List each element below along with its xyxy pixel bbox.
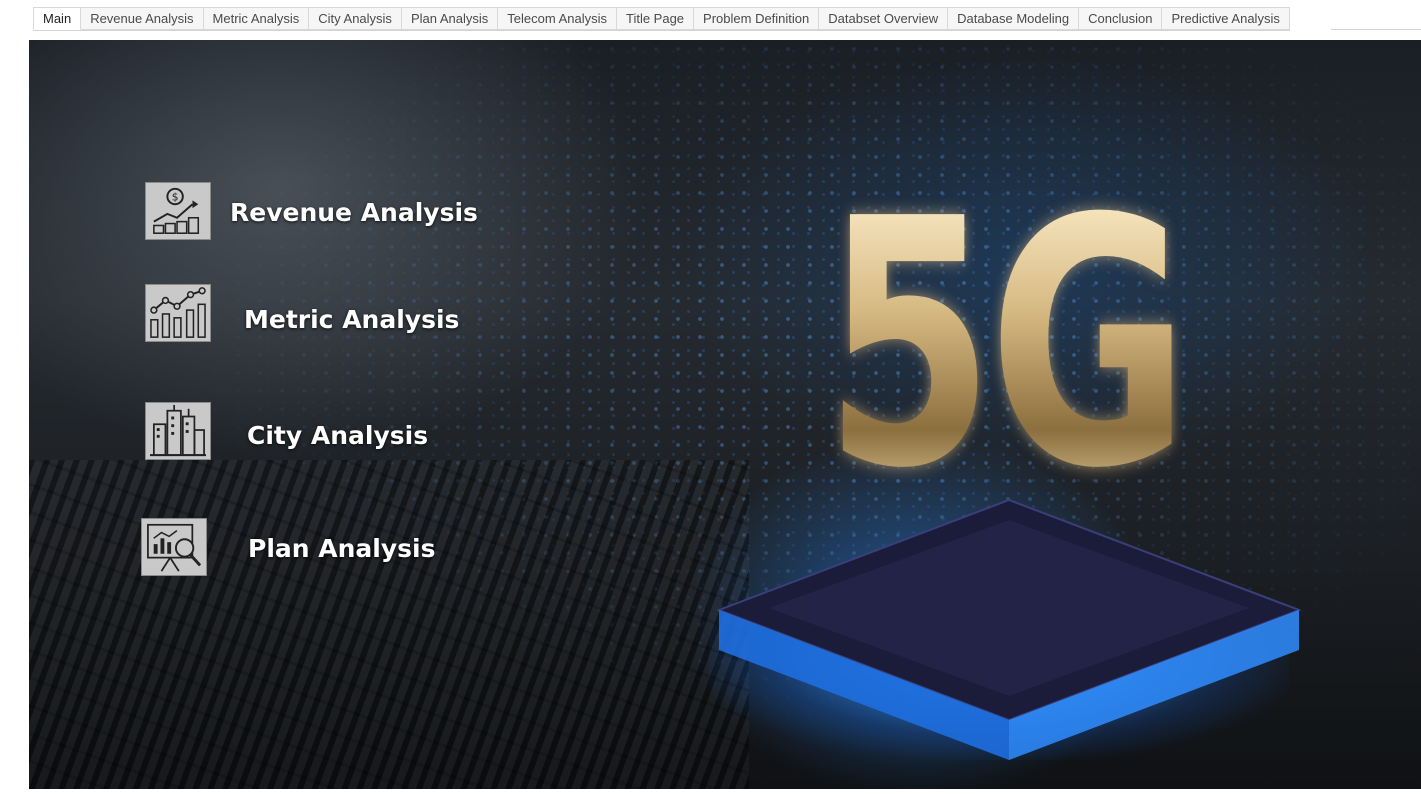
menu-city-analysis-label[interactable]: City Analysis	[247, 421, 428, 450]
menu-metric-analysis-label[interactable]: Metric Analysis	[244, 305, 459, 334]
tab-main[interactable]: Main	[33, 7, 82, 30]
presentation-analysis-icon[interactable]	[141, 518, 207, 576]
menu-plan-analysis-label[interactable]: Plan Analysis	[248, 534, 435, 563]
tab-problem-definition[interactable]: Problem Definition	[694, 7, 820, 30]
menu-city-analysis[interactable]	[145, 402, 211, 460]
tab-conclusion[interactable]: Conclusion	[1079, 7, 1163, 30]
tab-dataset-overview[interactable]: Databset Overview	[819, 7, 949, 30]
menu-revenue-analysis-label[interactable]: Revenue Analysis	[230, 198, 478, 227]
revenue-growth-icon[interactable]: $	[145, 182, 211, 240]
tab-revenue-analysis[interactable]: Revenue Analysis	[81, 7, 204, 30]
tab-title-page[interactable]: Title Page	[616, 7, 695, 30]
dashboard-canvas: 5G $ Revenue Analysis Metric Analysis Ci…	[29, 40, 1421, 789]
menu-metric-analysis[interactable]	[145, 284, 211, 342]
line-bar-chart-icon[interactable]	[145, 284, 211, 342]
tab-bar-divider	[1331, 29, 1421, 30]
circuit-board-background	[29, 460, 749, 789]
menu-plan-analysis[interactable]	[141, 518, 207, 576]
tab-predictive-analysis[interactable]: Predictive Analysis	[1162, 7, 1290, 30]
svg-text:$: $	[172, 190, 179, 203]
menu-revenue-analysis[interactable]: $	[145, 182, 211, 240]
sheet-tab-bar: Main Revenue Analysis Metric Analysis Ci…	[33, 7, 1290, 31]
city-buildings-icon[interactable]	[145, 402, 211, 460]
tab-metric-analysis[interactable]: Metric Analysis	[203, 7, 310, 30]
tab-database-modeling[interactable]: Database Modeling	[948, 7, 1080, 30]
tab-city-analysis[interactable]: City Analysis	[309, 7, 402, 30]
tab-plan-analysis[interactable]: Plan Analysis	[401, 7, 499, 30]
tab-telecom-analysis[interactable]: Telecom Analysis	[498, 7, 617, 30]
5g-hero-text: 5G	[824, 147, 1190, 543]
